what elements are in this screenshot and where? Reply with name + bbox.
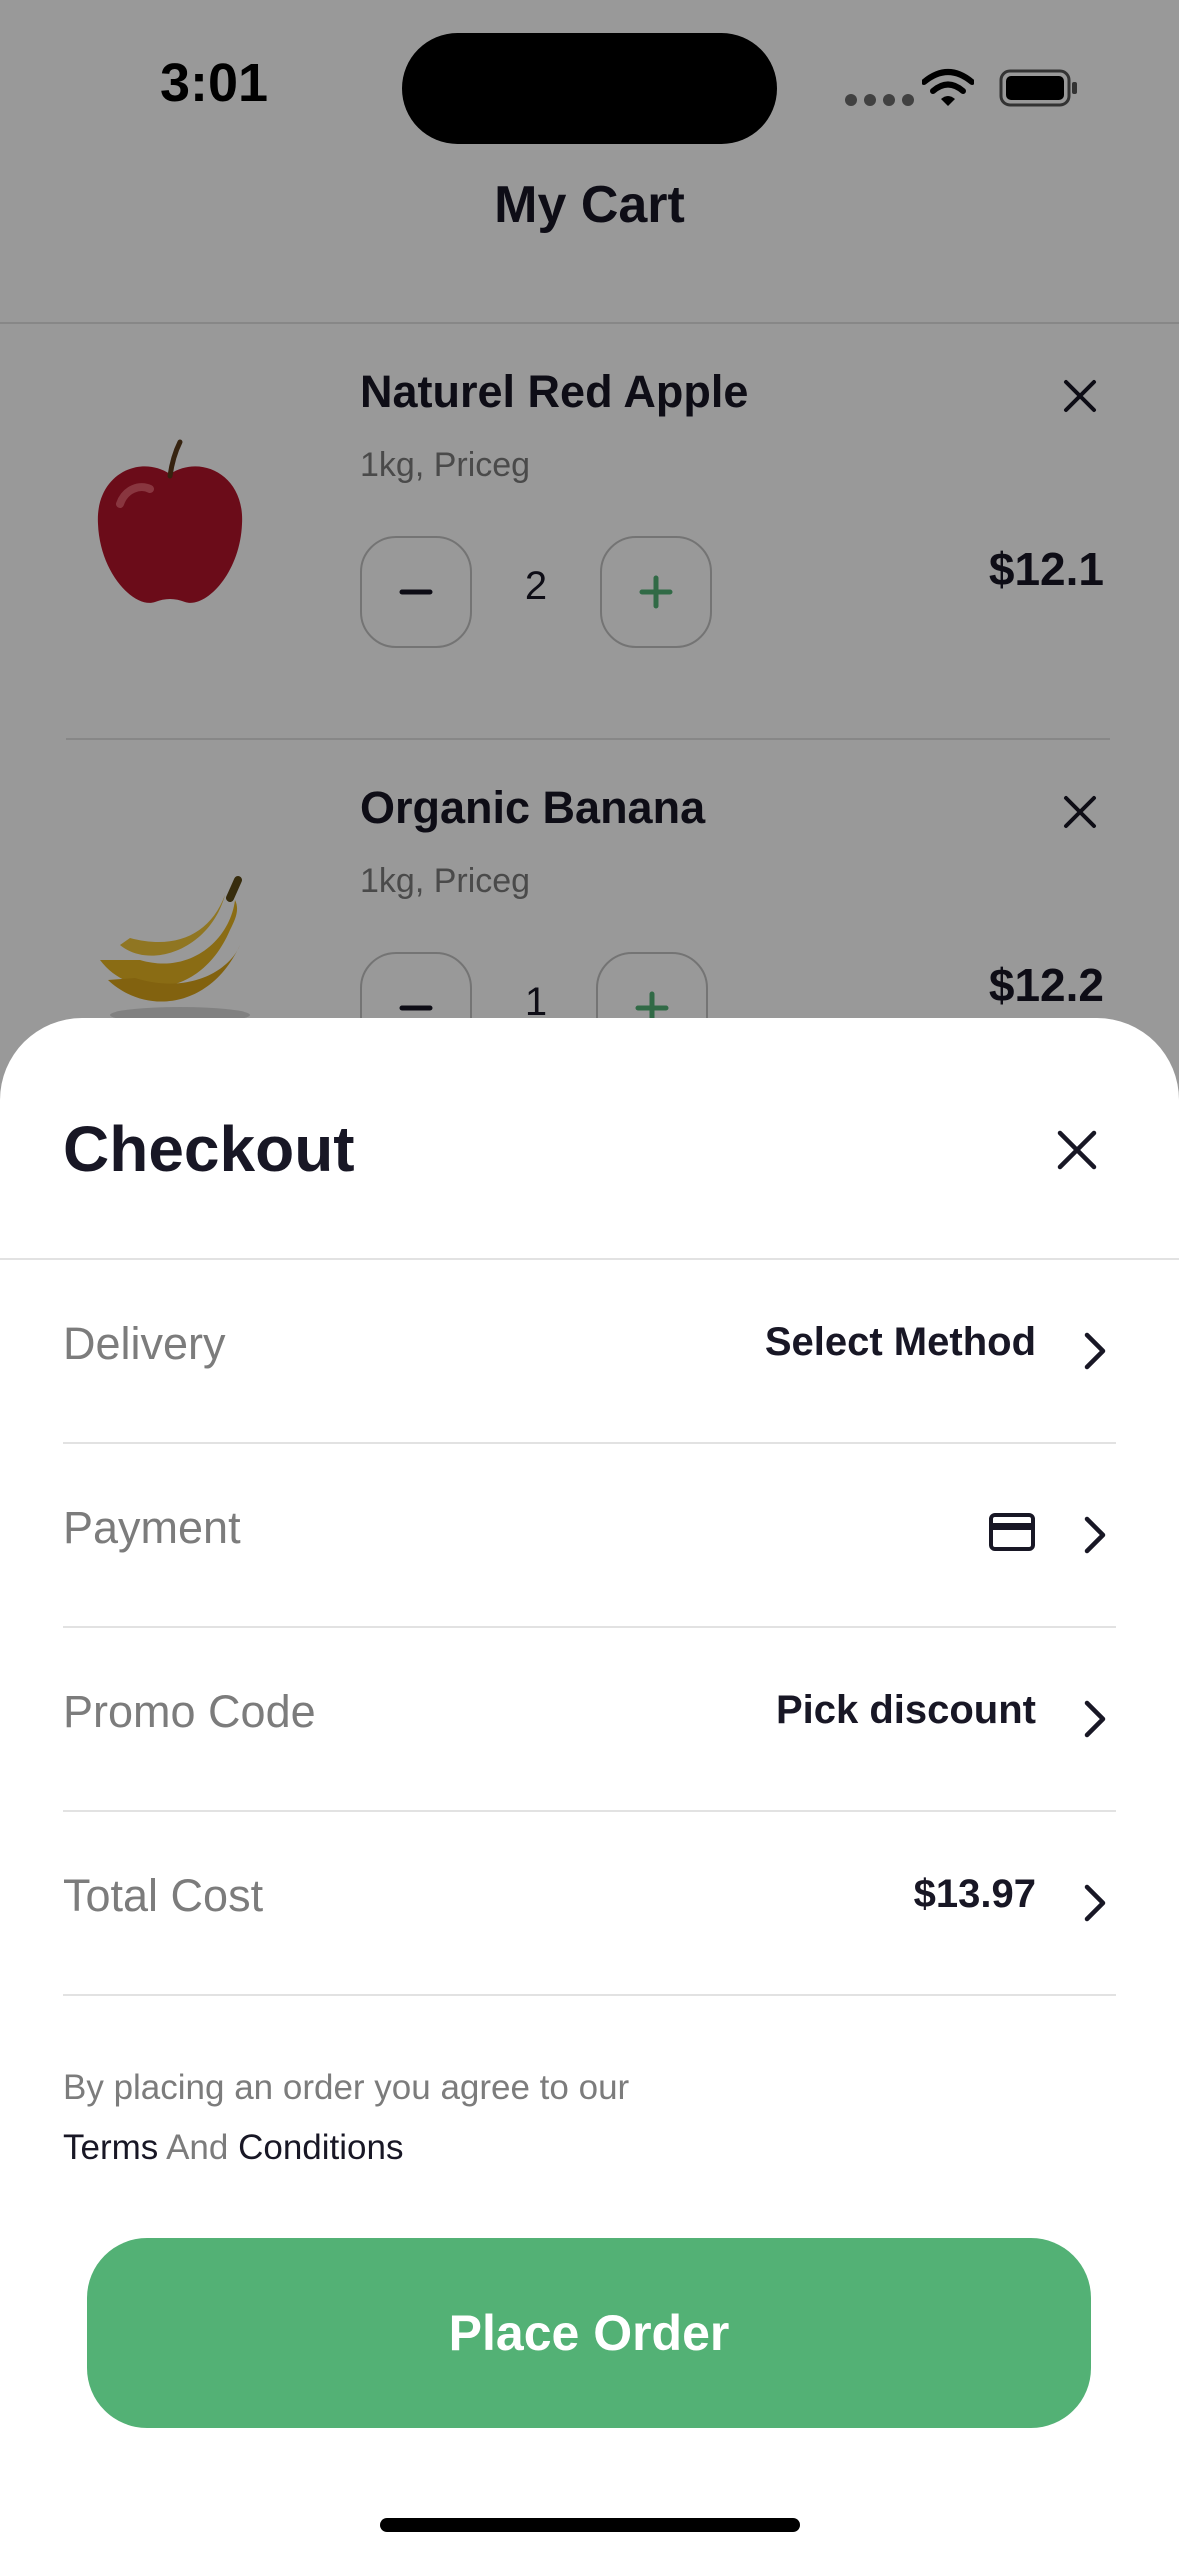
total-cost-row[interactable]: Total Cost $13.97 — [63, 1812, 1116, 1996]
chevron-right-icon — [1084, 1700, 1106, 1738]
terms-link[interactable]: Terms — [63, 2128, 158, 2167]
terms-notice: By placing an order you agree to our Ter… — [63, 2058, 1063, 2178]
payment-row[interactable]: Payment — [63, 1444, 1116, 1628]
promo-code-label: Promo Code — [63, 1686, 316, 1737]
delivery-value: Select Method — [764, 1320, 1036, 1364]
conditions-link[interactable]: Conditions — [238, 2128, 403, 2167]
delivery-row[interactable]: Delivery Select Method — [63, 1260, 1116, 1444]
delivery-label: Delivery — [63, 1318, 226, 1369]
checkout-title: Checkout — [63, 1113, 355, 1185]
promo-code-row[interactable]: Promo Code Pick discount — [63, 1628, 1116, 1812]
chevron-right-icon — [1084, 1516, 1106, 1554]
chevron-right-icon — [1084, 1884, 1106, 1922]
terms-prefix: By placing an order you agree to our — [63, 2068, 630, 2107]
promo-code-value: Pick discount — [775, 1688, 1036, 1732]
payment-label: Payment — [63, 1502, 241, 1553]
terms-and: And — [166, 2128, 229, 2167]
place-order-button[interactable]: Place Order — [87, 2238, 1091, 2428]
total-cost-value: $13.97 — [913, 1872, 1036, 1916]
chevron-right-icon — [1084, 1332, 1106, 1370]
home-indicator — [380, 2518, 800, 2532]
credit-card-icon — [989, 1513, 1035, 1551]
close-icon[interactable] — [1055, 1128, 1099, 1172]
total-cost-label: Total Cost — [63, 1870, 264, 1921]
screen: 3:01 My Cart Naturel Red Apple 1kg, Pric… — [0, 0, 1179, 2556]
checkout-sheet: Checkout Delivery Select Method Payment — [0, 1018, 1179, 2556]
